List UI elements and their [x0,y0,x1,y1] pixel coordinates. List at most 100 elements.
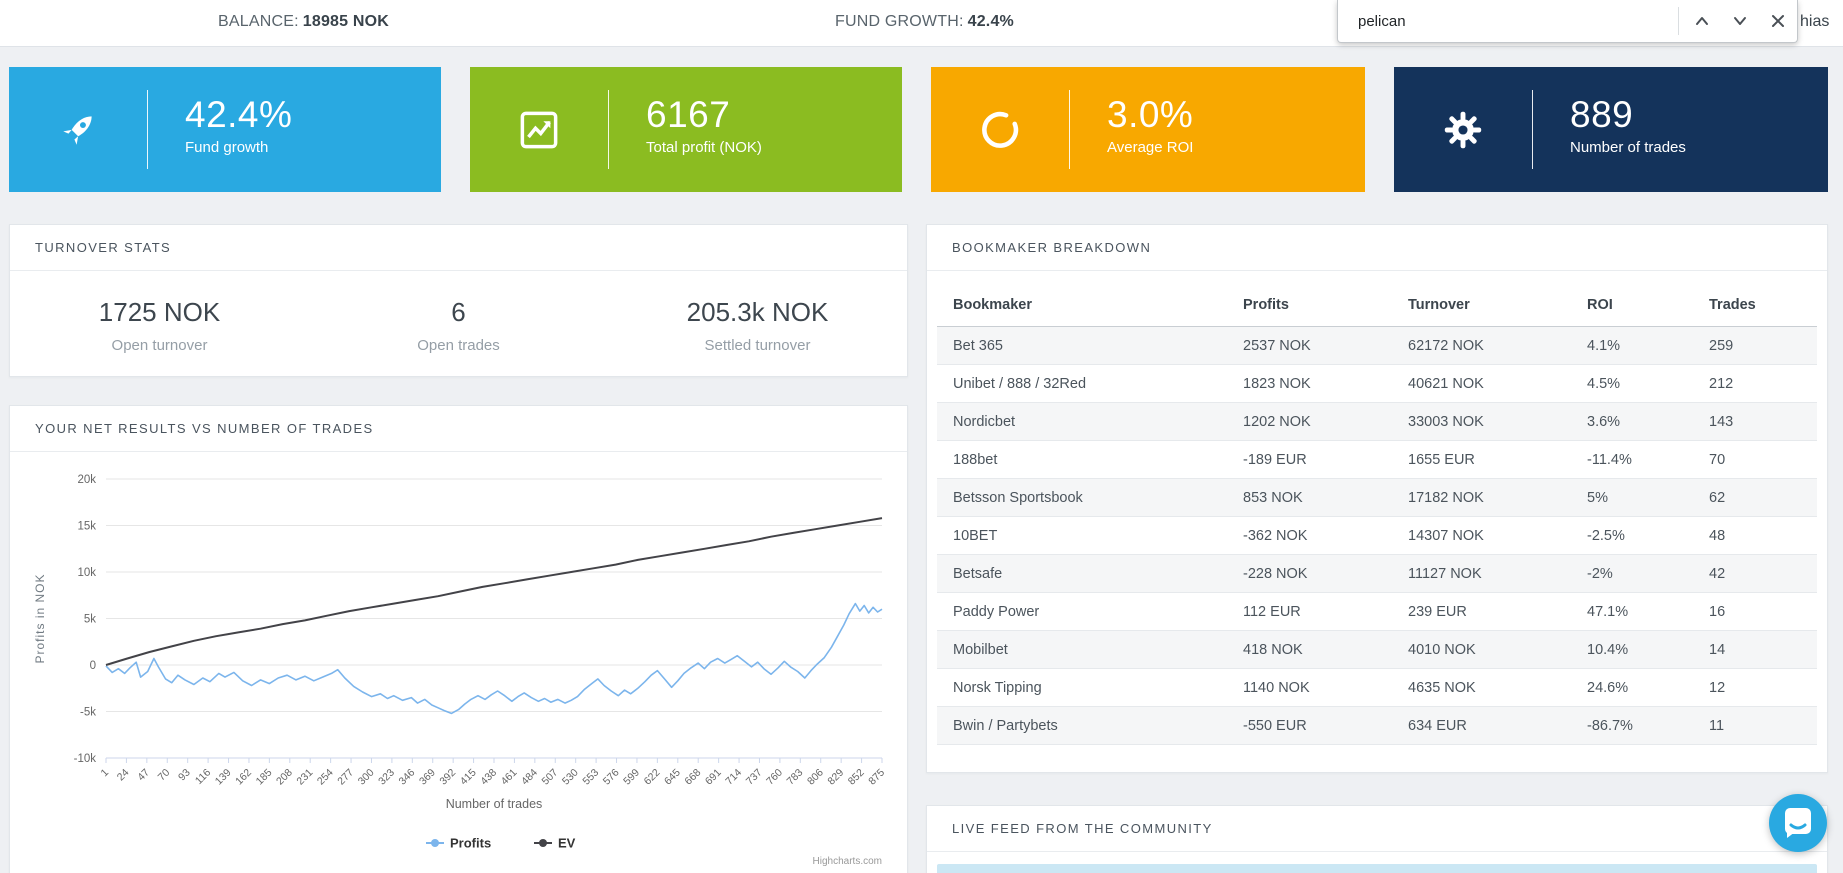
table-cell: -189 EUR [1243,451,1307,468]
table-cell: 42 [1709,565,1726,582]
total-profit-card: 6167 Total profit (NOK) [470,67,902,192]
x-tick-label: 783 [785,767,806,788]
table-row: Bwin / Partybets -550 EUR 634 EUR -86.7% 11 [937,706,1817,745]
table-cell: 70 [1709,451,1726,468]
table-cell: -228 NOK [1243,565,1308,582]
card-divider [147,90,148,169]
x-tick-label: 829 [825,767,846,788]
table-cell: 40621 NOK [1408,375,1484,392]
find-next-button[interactable] [1721,4,1759,38]
find-previous-button[interactable] [1683,4,1721,38]
x-tick-label: 208 [274,767,295,788]
x-tick-label: 875 [866,767,887,788]
table-cell: 212 [1709,375,1734,392]
table-cell: -362 NOK [1243,527,1308,544]
table-cell: 14307 NOK [1408,527,1484,544]
table-cell: 418 NOK [1243,641,1303,658]
svg-text:EV: EV [558,836,576,851]
x-tick-label: 668 [682,767,703,788]
x-tick-label: 553 [580,767,601,788]
table-cell: 11 [1709,717,1725,734]
x-tick-label: 139 [213,767,234,788]
card-divider [608,90,609,169]
table-cell: 634 EUR [1408,717,1467,734]
x-axis-title: Number of trades [446,797,543,811]
highcharts-attribution: Highcharts.com [813,856,882,867]
fund-growth-metric: FUND GROWTH: 42.4% [835,13,1014,31]
x-tick-label: 645 [662,767,683,788]
x-tick-label: 852 [846,767,867,788]
card-label: Fund growth [185,139,269,156]
find-close-button[interactable] [1759,4,1797,38]
table-row: Bet 365 2537 NOK 62172 NOK 4.1% 259 [937,326,1817,365]
legend-item-profits[interactable]: Profits [426,836,491,851]
table-cell: 4010 NOK [1408,641,1476,658]
x-tick-label: 576 [601,767,622,788]
table-row: Betsafe -228 NOK 11127 NOK -2% 42 [937,554,1817,593]
table-cell: Paddy Power [953,603,1040,620]
table-row: Paddy Power 112 EUR 239 EUR 47.1% 16 [937,593,1817,631]
y-tick-label: 20k [77,474,96,486]
stat-value: 1725 NOK [98,297,221,327]
table-cell: 5% [1587,489,1608,506]
table-cell: 239 EUR [1408,603,1467,620]
table-row: Norsk Tipping 1140 NOK 4635 NOK 24.6% 12 [937,669,1817,707]
x-tick-label: 599 [621,767,642,788]
x-tick-label: 346 [397,767,418,788]
y-tick-label: -10k [74,753,97,765]
net-results-title: YOUR NET RESULTS VS NUMBER OF TRADES [10,406,907,452]
close-icon [1772,15,1784,27]
find-input[interactable] [1338,12,1678,30]
legend-item-ev[interactable]: EV [534,836,576,851]
table-cell: 1823 NOK [1243,375,1311,392]
column-header: Trades [1693,283,1817,327]
table-cell: Betsson Sportsbook [953,489,1083,506]
username-partial: hias [1800,13,1830,30]
table-cell: Bet 365 [953,337,1003,354]
table-cell: -2% [1587,565,1613,582]
x-tick-label: 737 [744,767,765,788]
number-of-trades-card: 889 Number of trades [1394,67,1828,192]
table-cell: 10BET [953,527,998,544]
balance-metric: BALANCE: 18985 NOK [218,13,389,31]
live-feed-panel: LIVE FEED FROM THE COMMUNITY [926,805,1828,873]
column-header: Bookmaker [937,283,1227,327]
x-tick-label: 461 [499,767,520,788]
fund-growth-label: FUND GROWTH: [835,13,964,30]
table-cell: 12 [1709,679,1726,696]
open-turnover-stat: 1725 NOK Open turnover [10,297,309,354]
x-tick-label: 392 [437,767,458,788]
table-cell: 112 EUR [1243,603,1301,620]
chat-launcher-button[interactable] [1769,794,1827,852]
table-cell: 16 [1709,603,1726,620]
table-cell: 14 [1709,641,1726,658]
table-cell: 259 [1709,337,1734,354]
x-tick-label: 93 [176,767,193,784]
x-tick-label: 806 [805,767,826,788]
stat-value: 6 [451,297,466,327]
series-ev [105,517,883,666]
table-cell: 2537 NOK [1243,337,1311,354]
x-tick-label: 622 [642,767,663,788]
x-tick-label: 691 [703,767,724,788]
y-tick-label: 5k [84,614,96,626]
y-axis-title: Profits in NOK [33,573,47,663]
table-cell: 10.4% [1587,641,1629,658]
card-divider [1069,90,1070,169]
bookmaker-breakdown-panel: BOOKMAKER BREAKDOWN Bookmaker Profits Tu… [926,224,1828,773]
table-cell: 47.1% [1587,603,1629,620]
card-divider [1532,90,1533,169]
x-tick-label: 70 [156,767,173,784]
gear-icon [1444,111,1482,149]
table-cell: 11127 NOK [1408,565,1482,582]
table-cell: 4.1% [1587,337,1621,354]
x-tick-label: 438 [478,767,499,788]
x-tick-label: 162 [233,767,254,788]
table-row: Unibet / 888 / 32Red 1823 NOK 40621 NOK 4.5… [937,365,1817,403]
table-cell: 4635 NOK [1408,679,1476,696]
turnover-stats-title: TURNOVER STATS [10,225,907,271]
card-value: 3.0% [1107,94,1194,135]
x-tick-label: 369 [417,767,438,788]
table-cell: 62 [1709,489,1726,506]
x-tick-label: 116 [193,767,213,787]
